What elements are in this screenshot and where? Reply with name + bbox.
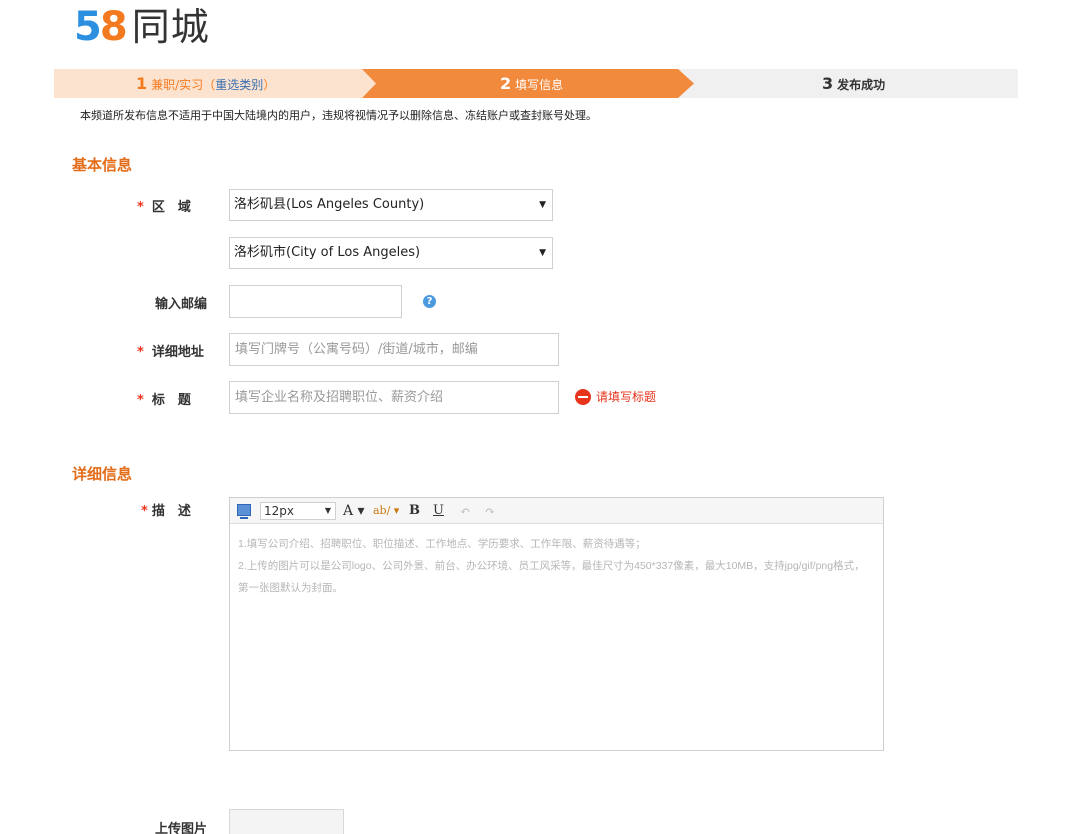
editor-toolbar: 12px ▼ A ▾ ab/ ▾ B U ↶ ↷ bbox=[230, 498, 883, 524]
detail-info-heading: 详细信息 bbox=[72, 465, 133, 483]
highlight-color-icon[interactable]: ab/ ▾ bbox=[373, 498, 399, 524]
address-label: * 详细地址 bbox=[137, 341, 204, 360]
step-1-suffix: ） bbox=[263, 78, 276, 92]
title-error: 请填写标题 bbox=[575, 388, 656, 405]
title-label-text: 标 题 bbox=[151, 393, 191, 408]
step-1: 1 兼职/实习（重选类别） bbox=[136, 69, 275, 98]
font-size-select[interactable]: 12px ▼ bbox=[260, 502, 336, 520]
title-input[interactable]: 填写企业名称及招聘职位、薪资介绍 bbox=[229, 381, 559, 414]
step-3: 3 发布成功 bbox=[822, 69, 885, 98]
site-logo[interactable]: 5 8 同城 bbox=[74, 4, 210, 50]
upload-image-button[interactable] bbox=[229, 809, 344, 834]
title-label: * 标 题 bbox=[137, 389, 191, 408]
address-label-text: 详细地址 bbox=[151, 345, 204, 360]
basic-info-heading: 基本信息 bbox=[72, 156, 133, 174]
address-input[interactable]: 填写门牌号（公寓号码）/街道/城市，邮编 bbox=[229, 333, 559, 366]
step-1-label: 兼职/实习（ bbox=[151, 78, 216, 92]
step-3-label: 发布成功 bbox=[837, 78, 886, 92]
step-2-label: 填写信息 bbox=[515, 78, 564, 92]
required-mark: * bbox=[137, 345, 144, 360]
step-1-number: 1 bbox=[136, 74, 148, 93]
description-editor[interactable]: 12px ▼ A ▾ ab/ ▾ B U ↶ ↷ 1.填写公司介绍、招聘职位、职位… bbox=[229, 497, 884, 751]
description-label-text: 描 述 bbox=[151, 504, 191, 519]
city-select[interactable]: 洛杉矶市(City of Los Angeles) ▼ bbox=[229, 237, 553, 269]
description-label: * 描 述 bbox=[141, 500, 191, 519]
logo-digit-8: 8 bbox=[99, 4, 128, 50]
county-select-value: 洛杉矶县(Los Angeles County) bbox=[234, 197, 425, 212]
postcode-label: 输入邮编 bbox=[155, 297, 208, 312]
region-label: * 区 域 bbox=[137, 196, 191, 215]
reselect-category-link[interactable]: 重选类别 bbox=[215, 78, 263, 92]
city-select-value: 洛杉矶市(City of Los Angeles) bbox=[234, 245, 421, 260]
step-2: 2 填写信息 bbox=[500, 69, 563, 98]
region-label-text: 区 域 bbox=[151, 200, 191, 215]
font-size-value: 12px bbox=[264, 504, 294, 518]
policy-notice: 本频道所发布信息不适用于中国大陆境内的用户，违规将视情况予以删除信息、冻结账户或… bbox=[80, 109, 597, 122]
upload-image-label: 上传图片 bbox=[155, 822, 208, 834]
chevron-down-icon: ▼ bbox=[539, 248, 546, 258]
logo-digit-5: 5 bbox=[74, 4, 102, 50]
logo-brand-text: 同城 bbox=[131, 5, 210, 49]
font-color-icon[interactable]: A ▾ bbox=[343, 498, 365, 524]
postcode-input[interactable] bbox=[229, 285, 402, 318]
editor-placeholder-line-2: 2.上传的图片可以是公司logo、公司外景、前台、办公环境、员工风采等，最佳尺寸… bbox=[238, 560, 865, 594]
editor-placeholder-line-1: 1.填写公司介绍、招聘职位、职位描述、工作地点、学历要求、工作年限、薪资待遇等； bbox=[238, 538, 646, 550]
redo-icon[interactable]: ↷ bbox=[485, 498, 495, 524]
chevron-down-icon: ▼ bbox=[324, 506, 331, 515]
undo-icon[interactable]: ↶ bbox=[460, 498, 470, 524]
source-view-icon[interactable] bbox=[237, 504, 251, 519]
help-icon[interactable]: ? bbox=[423, 295, 436, 308]
title-error-text: 请填写标题 bbox=[596, 390, 657, 404]
step-3-number: 3 bbox=[822, 74, 834, 93]
chevron-down-icon: ▼ bbox=[539, 200, 546, 210]
required-mark: * bbox=[137, 393, 144, 408]
county-select[interactable]: 洛杉矶县(Los Angeles County) ▼ bbox=[229, 189, 553, 221]
editor-content[interactable]: 1.填写公司介绍、招聘职位、职位描述、工作地点、学历要求、工作年限、薪资待遇等；… bbox=[230, 524, 883, 608]
step-2-number: 2 bbox=[500, 74, 512, 93]
error-icon bbox=[575, 388, 591, 405]
bold-icon[interactable]: B bbox=[409, 498, 420, 524]
progress-steps: 1 兼职/实习（重选类别） 2 填写信息 3 发布成功 bbox=[54, 69, 1018, 98]
required-mark: * bbox=[141, 504, 148, 519]
underline-icon[interactable]: U bbox=[433, 498, 444, 524]
required-mark: * bbox=[137, 200, 144, 215]
